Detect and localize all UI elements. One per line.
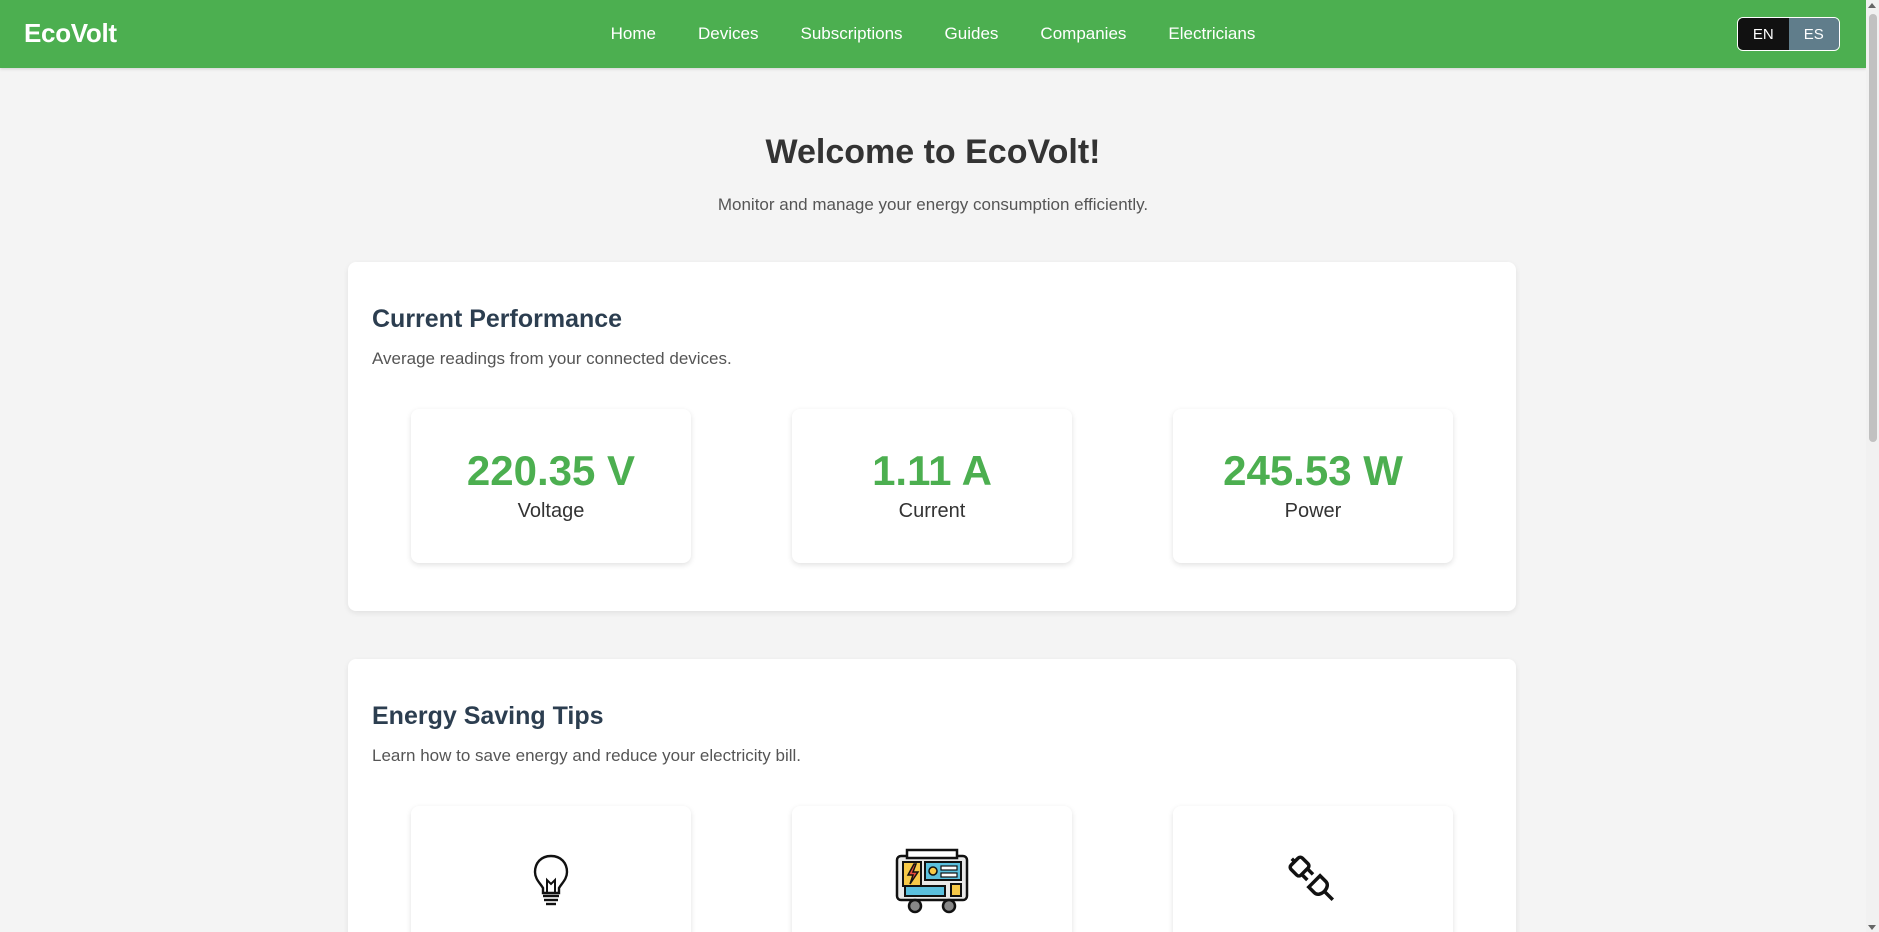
metric-value: 1.11 A bbox=[872, 447, 992, 494]
tips-title: Energy Saving Tips bbox=[372, 702, 604, 730]
scroll-thumb[interactable] bbox=[1869, 14, 1877, 442]
tip-card[interactable] bbox=[411, 806, 691, 932]
tip-card[interactable] bbox=[792, 806, 1072, 932]
performance-description: Average readings from your connected dev… bbox=[372, 349, 732, 368]
nav-link-subscriptions[interactable]: Subscriptions bbox=[779, 0, 923, 68]
scroll-up-icon[interactable] bbox=[1868, 3, 1876, 8]
nav-link-electricians[interactable]: Electricians bbox=[1147, 0, 1276, 68]
page-title: Welcome to EcoVolt! bbox=[765, 133, 1101, 171]
performance-title: Current Performance bbox=[372, 305, 623, 333]
metric-value: 220.35 V bbox=[466, 447, 636, 494]
lang-en-button[interactable]: EN bbox=[1738, 18, 1789, 50]
nav-link-devices[interactable]: Devices bbox=[677, 0, 779, 68]
top-navbar: EcoVolt Home Devices Subscriptions Guide… bbox=[0, 0, 1866, 68]
performance-section: Current Performance Average readings fro… bbox=[348, 262, 1516, 611]
tip-card[interactable] bbox=[1173, 806, 1453, 932]
metric-label: Current bbox=[898, 500, 966, 522]
plug-icon bbox=[1283, 850, 1343, 915]
metric-card-current: 1.11 A Current bbox=[792, 409, 1072, 563]
page-scrollbar[interactable] bbox=[1866, 0, 1879, 932]
tips-description: Learn how to save energy and reduce your… bbox=[372, 746, 802, 765]
generator-icon bbox=[893, 846, 971, 921]
page-subtitle: Monitor and manage your energy consumpti… bbox=[717, 195, 1149, 214]
metric-card-voltage: 220.35 V Voltage bbox=[411, 409, 691, 563]
metric-label: Voltage bbox=[517, 500, 585, 522]
nav-links: Home Devices Subscriptions Guides Compan… bbox=[0, 0, 1866, 68]
metric-label: Power bbox=[1284, 500, 1342, 522]
nav-link-home[interactable]: Home bbox=[590, 0, 677, 68]
lang-es-button[interactable]: ES bbox=[1788, 18, 1839, 50]
tips-section: Energy Saving Tips Learn how to save ene… bbox=[348, 659, 1516, 932]
scroll-down-icon[interactable] bbox=[1868, 925, 1876, 930]
nav-link-guides[interactable]: Guides bbox=[924, 0, 1020, 68]
metric-value: 245.53 W bbox=[1223, 447, 1403, 494]
lightbulb-icon bbox=[531, 852, 571, 913]
metric-card-power: 245.53 W Power bbox=[1173, 409, 1453, 563]
nav-link-companies[interactable]: Companies bbox=[1019, 0, 1147, 68]
language-toggle: EN ES bbox=[1737, 17, 1840, 51]
